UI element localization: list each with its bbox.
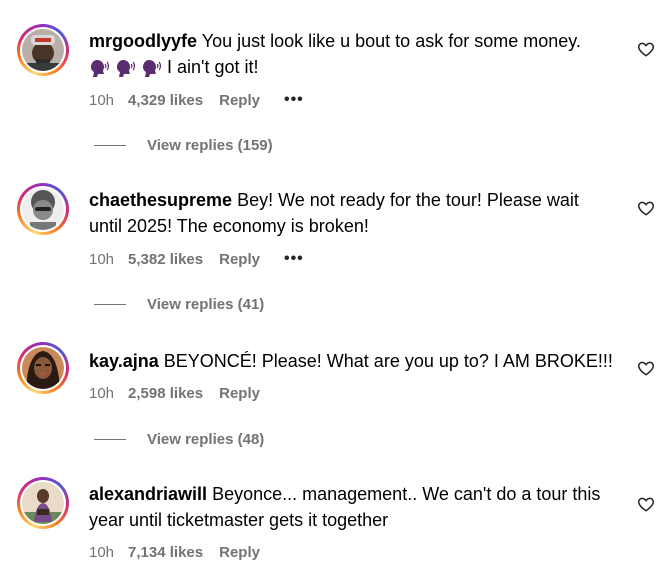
- reply-button[interactable]: Reply: [219, 385, 260, 402]
- replies-divider: [94, 145, 126, 146]
- timestamp: 10h: [89, 544, 115, 561]
- reply-button[interactable]: Reply: [219, 251, 260, 268]
- view-replies-button[interactable]: View replies (159): [147, 137, 273, 154]
- comment-body-line1: BEYONCÉ! Please! What are you up to? I A…: [163, 351, 613, 371]
- likes-count[interactable]: 5,382 likes: [128, 251, 203, 268]
- avatar[interactable]: [17, 183, 69, 235]
- heart-outline-icon[interactable]: [637, 495, 655, 513]
- username[interactable]: alexandriawill: [89, 484, 207, 504]
- reply-button[interactable]: Reply: [219, 92, 260, 109]
- comment-body-line2: year until ticketmaster gets it together: [89, 510, 389, 530]
- view-replies-row: View replies (159): [94, 137, 273, 154]
- likes-count[interactable]: 7,134 likes: [128, 544, 203, 561]
- heart-outline-icon[interactable]: [637, 40, 655, 58]
- heart-outline-icon[interactable]: [637, 199, 655, 217]
- comment-body-line2: I ain't got it!: [167, 57, 259, 77]
- comment-meta: 10h 2,598 likes Reply: [89, 385, 284, 402]
- reply-button[interactable]: Reply: [219, 544, 260, 561]
- more-options-button[interactable]: •••: [284, 91, 304, 109]
- likes-count[interactable]: 4,329 likes: [128, 92, 203, 109]
- likes-count[interactable]: 2,598 likes: [128, 385, 203, 402]
- comment-meta: 10h 4,329 likes Reply •••: [89, 91, 304, 109]
- username[interactable]: mrgoodlyyfe: [89, 31, 197, 51]
- replies-divider: [94, 439, 126, 440]
- comment-text: kay.ajna BEYONCÉ! Please! What are you u…: [89, 348, 619, 374]
- comment-text: chaethesupreme Bey! We not ready for the…: [89, 187, 619, 239]
- comment-text: alexandriawill Beyonce... management.. W…: [89, 481, 619, 533]
- username[interactable]: chaethesupreme: [89, 190, 232, 210]
- comment-body-line1: You just look like u bout to ask for som…: [201, 31, 581, 51]
- timestamp: 10h: [89, 385, 115, 402]
- replies-divider: [94, 304, 126, 305]
- comment-body-line1: Beyonce... management.. We can't do a to…: [212, 484, 601, 504]
- view-replies-row: View replies (48): [94, 431, 264, 448]
- timestamp: 10h: [89, 250, 115, 268]
- avatar[interactable]: [17, 477, 69, 529]
- comment-meta: 10h 7,134 likes Reply: [89, 544, 284, 561]
- comment-meta: 10h 5,382 likes Reply •••: [89, 250, 304, 268]
- comment-text: mrgoodlyyfe You just look like u bout to…: [89, 28, 619, 80]
- avatar[interactable]: [17, 24, 69, 76]
- speaking-head-emoji: [143, 60, 161, 78]
- username[interactable]: kay.ajna: [89, 351, 159, 371]
- emoji-group: [89, 59, 161, 78]
- speaking-head-emoji: [91, 60, 109, 78]
- view-replies-row: View replies (41): [94, 296, 264, 313]
- view-replies-button[interactable]: View replies (41): [147, 296, 264, 313]
- avatar[interactable]: [17, 342, 69, 394]
- speaking-head-emoji: [117, 60, 135, 78]
- comment-body-line2: until 2025! The economy is broken!: [89, 216, 369, 236]
- view-replies-button[interactable]: View replies (48): [147, 431, 264, 448]
- timestamp: 10h: [89, 91, 115, 109]
- comment-body-line1: Bey! We not ready for the tour! Please w…: [237, 190, 579, 210]
- heart-outline-icon[interactable]: [637, 359, 655, 377]
- more-options-button[interactable]: •••: [284, 250, 304, 268]
